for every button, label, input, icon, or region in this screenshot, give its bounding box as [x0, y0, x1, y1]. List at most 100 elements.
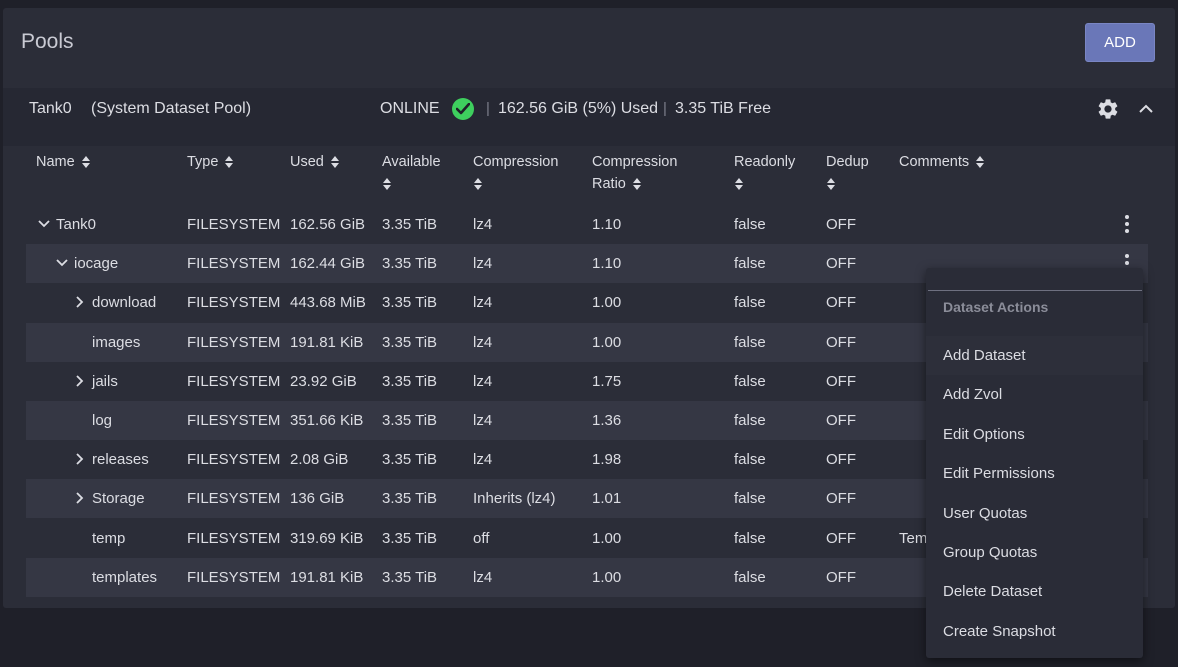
sort-icon[interactable] [734, 177, 744, 191]
gear-icon[interactable] [1096, 97, 1120, 121]
menu-item[interactable]: Create Snapshot [926, 612, 1143, 651]
sort-icon[interactable] [826, 177, 836, 191]
cell-available: 3.35 TiB [382, 568, 438, 586]
cell-dedup: OFF [826, 451, 856, 469]
menu-item[interactable]: Delete Dataset [926, 572, 1143, 611]
cell-readonly: false [734, 412, 766, 429]
cell-type: FILESYSTEM [187, 216, 281, 233]
chevron-right-icon[interactable] [74, 492, 86, 505]
menu-item[interactable]: Edit Options [926, 415, 1143, 454]
menu-header: Dataset Actions [943, 299, 1049, 315]
cell-available: 3.35 TiB [382, 294, 438, 312]
cell-name: templates [92, 568, 158, 586]
column-header[interactable]: Type [187, 151, 234, 173]
cell-name: download [92, 294, 157, 312]
sort-icon[interactable] [224, 155, 234, 169]
menu-divider [928, 290, 1142, 291]
cell-used: 162.44 GiB [290, 255, 366, 273]
cell-available: 3.35 TiB [382, 490, 438, 508]
sort-icon[interactable] [473, 177, 483, 191]
column-header[interactable]: Name [36, 151, 91, 173]
menu-item[interactable]: User Quotas [926, 494, 1143, 533]
column-header[interactable]: Readonly [734, 151, 795, 195]
column-header[interactable]: Compression Ratio [592, 151, 677, 195]
cell-available: 3.35 TiB [382, 451, 438, 469]
cell-available: 3.35 TiB [382, 412, 438, 429]
menu-item[interactable]: Edit Permissions [926, 454, 1143, 493]
separator: | [486, 100, 490, 117]
column-header-label: Type [187, 154, 219, 170]
cell-ratio: 1.00 [592, 294, 622, 312]
cell-compression: lz4 [473, 294, 493, 312]
cell-compression: lz4 [473, 216, 493, 233]
cell-readonly: false [734, 294, 766, 312]
sort-icon[interactable] [382, 177, 392, 191]
cell-ratio: 1.10 [592, 255, 622, 273]
cell-readonly: false [734, 568, 766, 586]
column-header-label: Ratio [592, 176, 626, 192]
cell-dedup: OFF [826, 529, 856, 547]
cell-used: 443.68 MiB [290, 294, 366, 312]
cell-ratio: 1.01 [592, 490, 622, 508]
cell-comments: Tem [899, 529, 928, 547]
column-header[interactable]: Used [290, 151, 340, 173]
chevron-right-icon[interactable] [74, 453, 86, 465]
menu-item[interactable]: Group Quotas [926, 533, 1143, 572]
check-circle-icon [452, 98, 474, 120]
cell-ratio: 1.98 [592, 451, 622, 469]
dataset-actions-menu: Dataset Actions Add Dataset Add Zvol Edit … [926, 268, 1143, 658]
cell-ratio: 1.00 [592, 529, 622, 547]
column-header-label: Readonly [734, 154, 796, 170]
table-row[interactable]: Tank0 FILESYSTEM 162.56 GiB 3.35 TiB lz4 1.10… [26, 205, 1148, 244]
cell-type: FILESYSTEM [187, 412, 281, 429]
cell-used: 319.69 KiB [290, 529, 364, 547]
sort-icon[interactable] [632, 177, 642, 191]
menu-item[interactable]: Add Zvol [926, 375, 1143, 414]
cell-dedup: OFF [826, 372, 856, 390]
cell-name: jails [92, 372, 118, 390]
pool-subtitle: (System Dataset Pool) [91, 100, 252, 117]
cell-type: FILESYSTEM [187, 568, 281, 586]
cell-compression: lz4 [473, 568, 493, 586]
pool-header: Tank0 (System Dataset Pool) ONLINE | 162… [3, 88, 1175, 146]
cell-dedup: OFF [826, 255, 856, 273]
cell-compression: lz4 [473, 412, 493, 429]
cell-type: FILESYSTEM [187, 529, 281, 547]
cell-type: FILESYSTEM [187, 372, 281, 390]
sort-icon[interactable] [81, 155, 91, 169]
column-header[interactable]: Available [382, 151, 441, 195]
chevron-right-icon[interactable] [74, 375, 86, 387]
cell-used: 2.08 GiB [290, 451, 349, 469]
cell-used: 162.56 GiB [290, 216, 366, 233]
cell-type: FILESYSTEM [187, 333, 281, 351]
sort-icon[interactable] [975, 155, 985, 169]
sort-icon[interactable] [330, 155, 340, 169]
cell-used: 191.81 KiB [290, 333, 364, 351]
cell-compression: lz4 [473, 451, 493, 469]
cell-available: 3.35 TiB [382, 333, 438, 351]
column-header[interactable]: Dedup [826, 151, 869, 195]
cell-readonly: false [734, 490, 766, 508]
cell-compression: lz4 [473, 333, 493, 351]
menu-item[interactable]: Add Dataset [926, 336, 1143, 375]
cell-available: 3.35 TiB [382, 372, 438, 390]
cell-dedup: OFF [826, 412, 856, 429]
cell-used: 191.81 KiB [290, 568, 364, 586]
chevron-down-icon[interactable] [56, 257, 68, 269]
cell-name: iocage [74, 255, 119, 273]
cell-type: FILESYSTEM [187, 294, 281, 312]
chevron-right-icon[interactable] [74, 296, 86, 309]
column-header-label: Compression [592, 154, 678, 170]
column-header[interactable]: Compression [473, 151, 558, 195]
cell-readonly: false [734, 529, 766, 547]
more-vert-icon[interactable] [1123, 214, 1131, 234]
cell-name: temp [92, 529, 126, 547]
cell-readonly: false [734, 372, 766, 390]
column-header[interactable]: Comments [899, 151, 985, 173]
cell-available: 3.35 TiB [382, 529, 438, 547]
chevron-up-icon[interactable] [1137, 100, 1155, 118]
cell-ratio: 1.10 [592, 216, 622, 233]
chevron-down-icon[interactable] [38, 218, 50, 230]
column-header-label: Used [290, 154, 324, 170]
add-button[interactable]: ADD [1085, 23, 1155, 62]
